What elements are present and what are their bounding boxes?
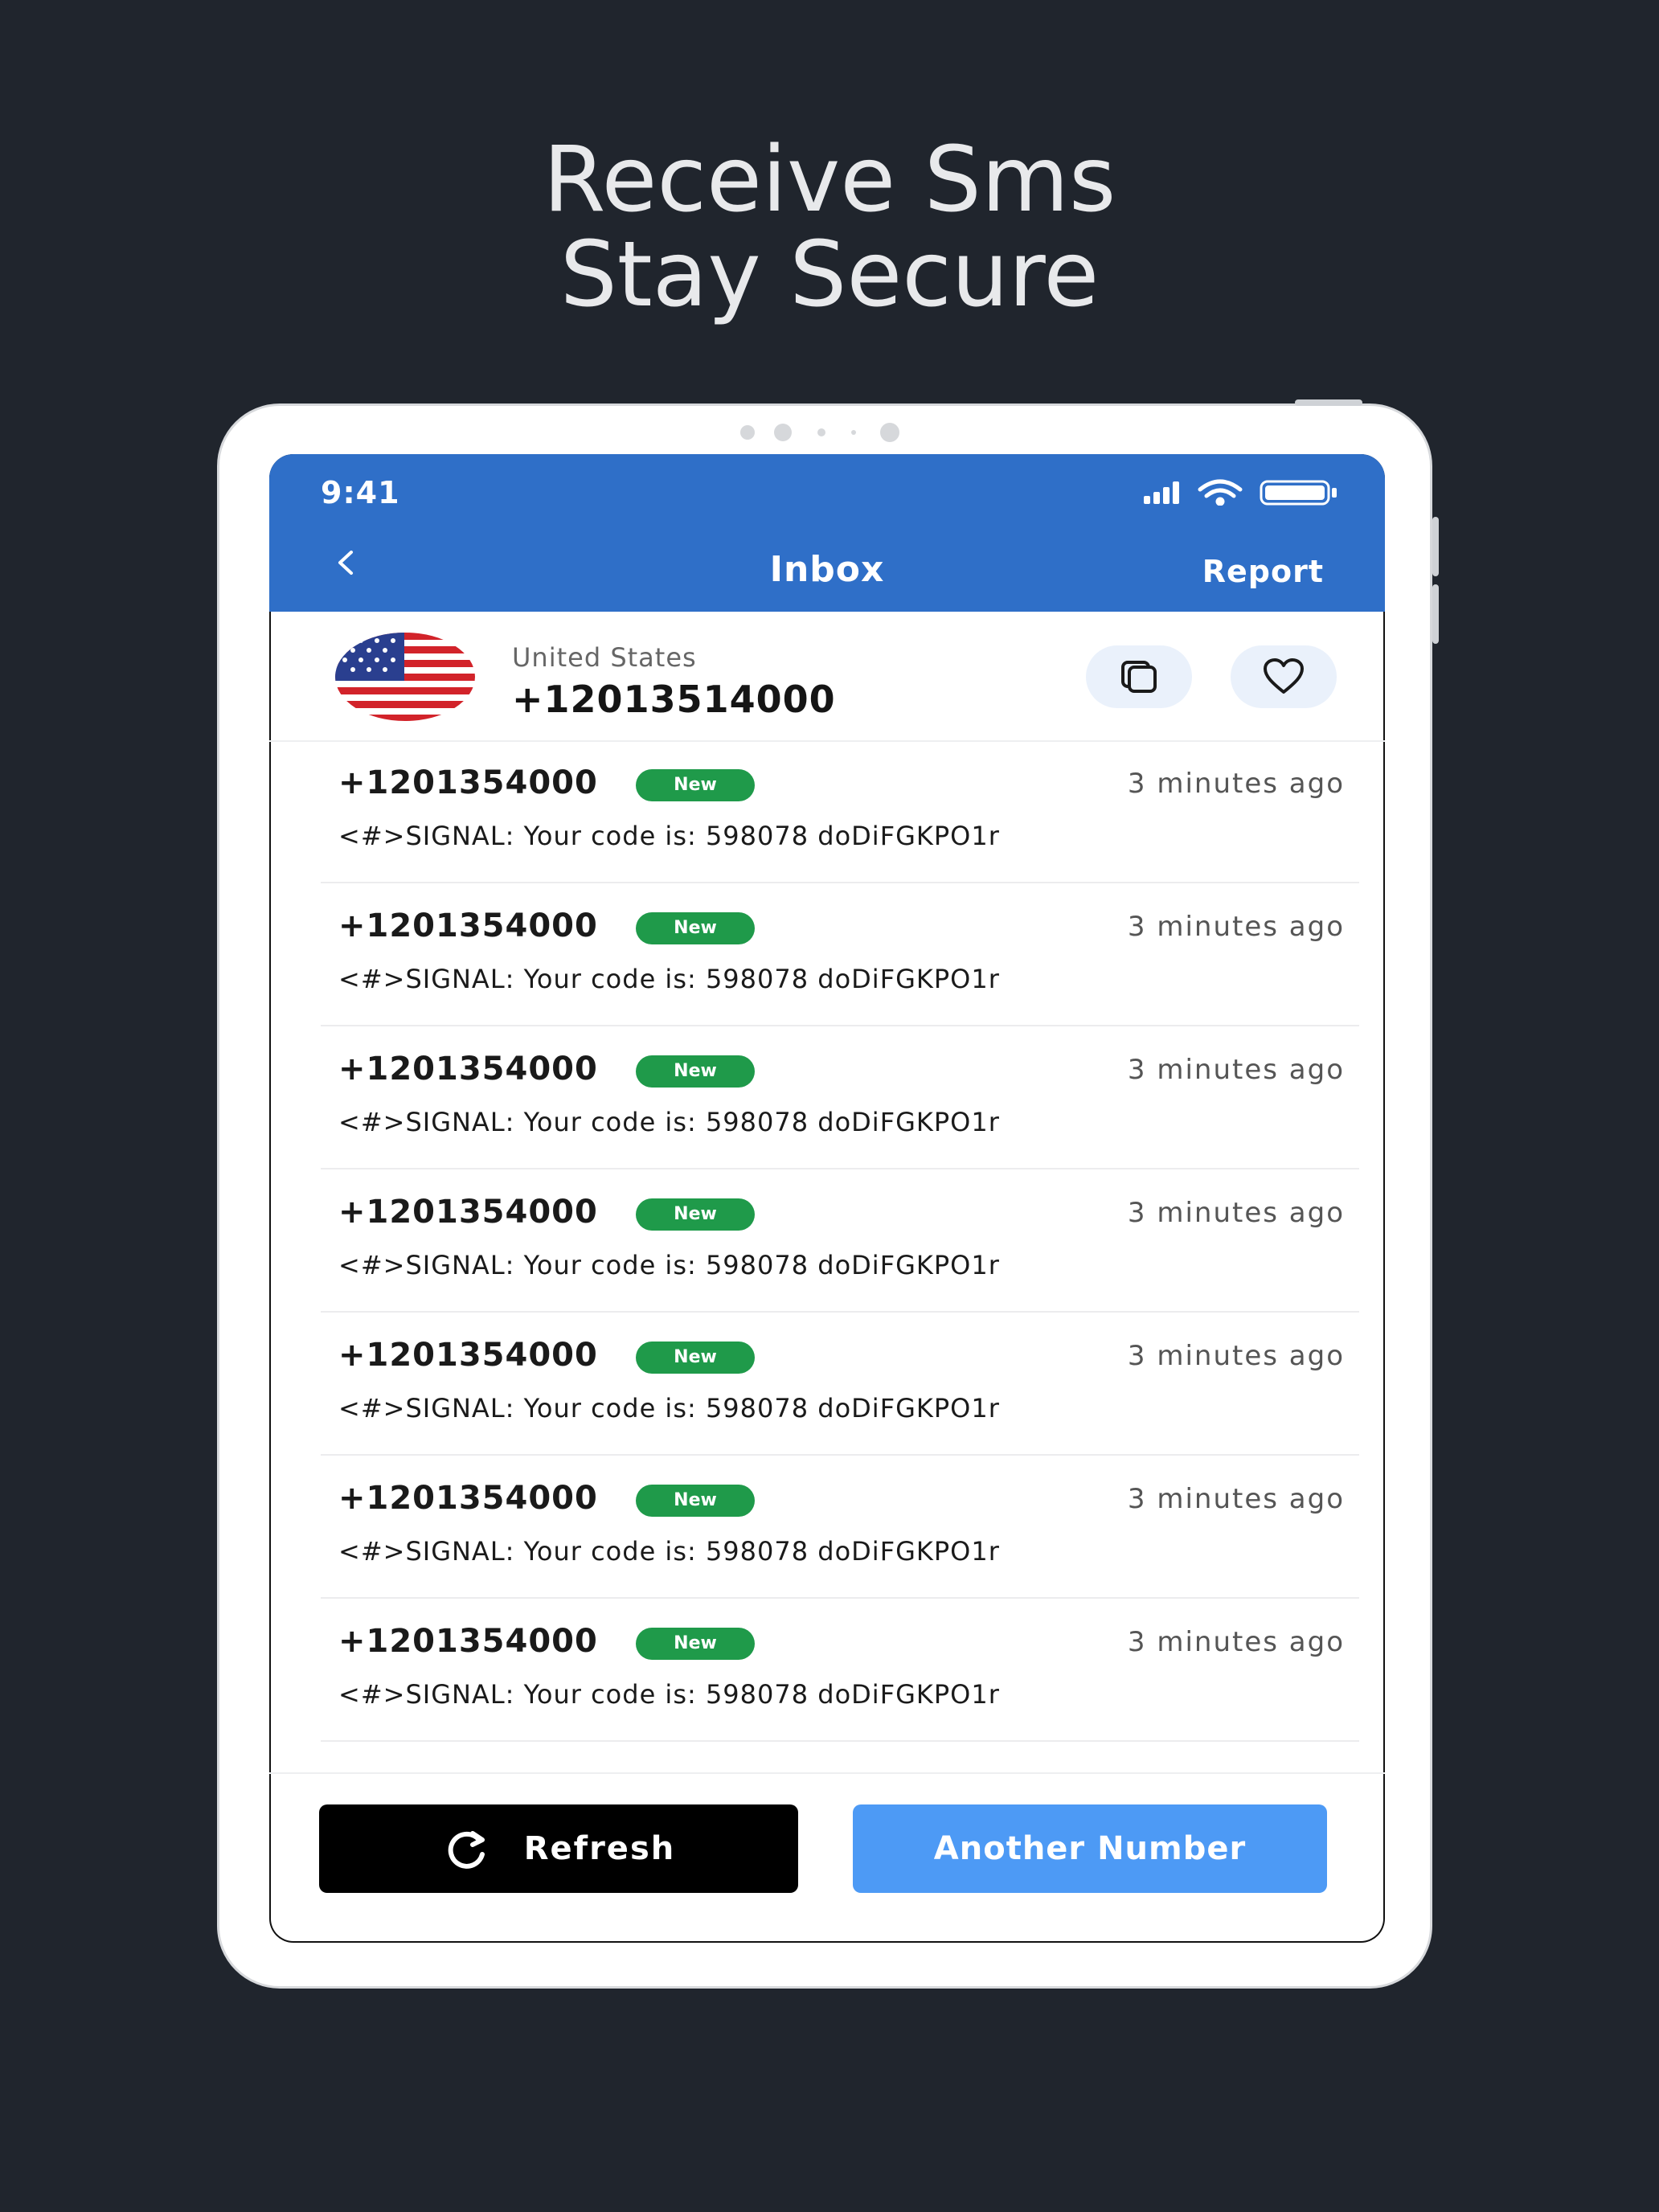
another-number-label: Another Number [933,1830,1247,1867]
refresh-icon [448,1831,485,1869]
message-sender: +1201354000 [338,1623,598,1660]
status-time: 9:41 [321,475,400,510]
refresh-label: Refresh [523,1830,676,1867]
app-header: 9:41 Inbox Report [269,454,1385,612]
tablet-volume-up-button [1432,517,1439,576]
camera-dot [851,430,856,435]
message-sender: +1201354000 [338,907,598,944]
message-body: <#>SIGNAL: Your code is: 598078 doDiFGKP… [338,964,1000,994]
app-screen: 9:41 Inbox Report United States +1201351… [269,454,1385,1943]
message-sender: +1201354000 [338,1194,598,1231]
camera-dot [817,428,825,436]
message-time: 3 minutes ago [1127,1483,1345,1515]
new-badge: New [636,1628,755,1660]
message-item[interactable]: +1201354000 New 3 minutes ago <#>SIGNAL:… [321,740,1359,883]
copy-icon [1121,661,1157,693]
phone-number: +12013514000 [512,678,836,721]
report-button[interactable]: Report [1202,554,1324,589]
headline: Receive Sms Stay Secure [0,133,1659,322]
refresh-button[interactable]: Refresh [319,1804,798,1893]
message-time: 3 minutes ago [1127,1054,1345,1086]
message-item[interactable]: +1201354000 New 3 minutes ago <#>SIGNAL:… [321,1456,1359,1599]
message-time: 3 minutes ago [1127,911,1345,943]
country-name: United States [512,642,697,673]
new-badge: New [636,1342,755,1374]
new-badge: New [636,912,755,944]
message-body: <#>SIGNAL: Your code is: 598078 doDiFGKP… [338,1536,1000,1567]
message-sender: +1201354000 [338,1337,598,1374]
status-icons [1144,479,1337,506]
message-body: <#>SIGNAL: Your code is: 598078 doDiFGKP… [338,821,1000,851]
message-body: <#>SIGNAL: Your code is: 598078 doDiFGKP… [338,1679,1000,1710]
battery-icon [1260,480,1337,506]
message-body: <#>SIGNAL: Your code is: 598078 doDiFGKP… [338,1393,1000,1423]
headline-line-1: Receive Sms [543,128,1116,232]
us-flag-icon [335,633,475,721]
message-sender: +1201354000 [338,764,598,801]
copy-button[interactable] [1086,645,1192,708]
signal-icon [1144,481,1179,504]
message-time: 3 minutes ago [1127,1340,1345,1372]
heart-icon [1264,658,1304,694]
message-body: <#>SIGNAL: Your code is: 598078 doDiFGKP… [338,1107,1000,1137]
message-list: +1201354000 New 3 minutes ago <#>SIGNAL:… [321,740,1359,1742]
new-badge: New [636,1485,755,1517]
message-sender: +1201354000 [338,1480,598,1517]
message-time: 3 minutes ago [1127,1626,1345,1658]
message-sender: +1201354000 [338,1051,598,1088]
tablet-volume-down-button [1432,584,1439,644]
message-body: <#>SIGNAL: Your code is: 598078 doDiFGKP… [338,1250,1000,1280]
another-number-button[interactable]: Another Number [853,1804,1327,1893]
favorite-button[interactable] [1231,645,1337,708]
tablet-frame: 9:41 Inbox Report United States +1201351… [217,399,1439,1989]
new-badge: New [636,769,755,801]
new-badge: New [636,1198,755,1231]
camera-dot [740,425,755,440]
camera-dots [219,422,1430,446]
message-item[interactable]: +1201354000 New 3 minutes ago <#>SIGNAL:… [321,1026,1359,1169]
number-card: United States +12013514000 [269,612,1385,742]
tablet-top-button [1295,399,1362,406]
camera-dot [880,423,899,442]
message-item[interactable]: +1201354000 New 3 minutes ago <#>SIGNAL:… [321,1313,1359,1456]
camera-dot [774,424,792,441]
message-item[interactable]: +1201354000 New 3 minutes ago <#>SIGNAL:… [321,1599,1359,1742]
message-item[interactable]: +1201354000 New 3 minutes ago <#>SIGNAL:… [321,1169,1359,1313]
message-time: 3 minutes ago [1127,768,1345,800]
message-item[interactable]: +1201354000 New 3 minutes ago <#>SIGNAL:… [321,883,1359,1026]
headline-line-2: Stay Secure [559,223,1100,327]
bottom-action-bar: Refresh Another Number [269,1772,1385,1943]
wifi-icon [1198,479,1243,506]
message-time: 3 minutes ago [1127,1197,1345,1229]
new-badge: New [636,1055,755,1088]
